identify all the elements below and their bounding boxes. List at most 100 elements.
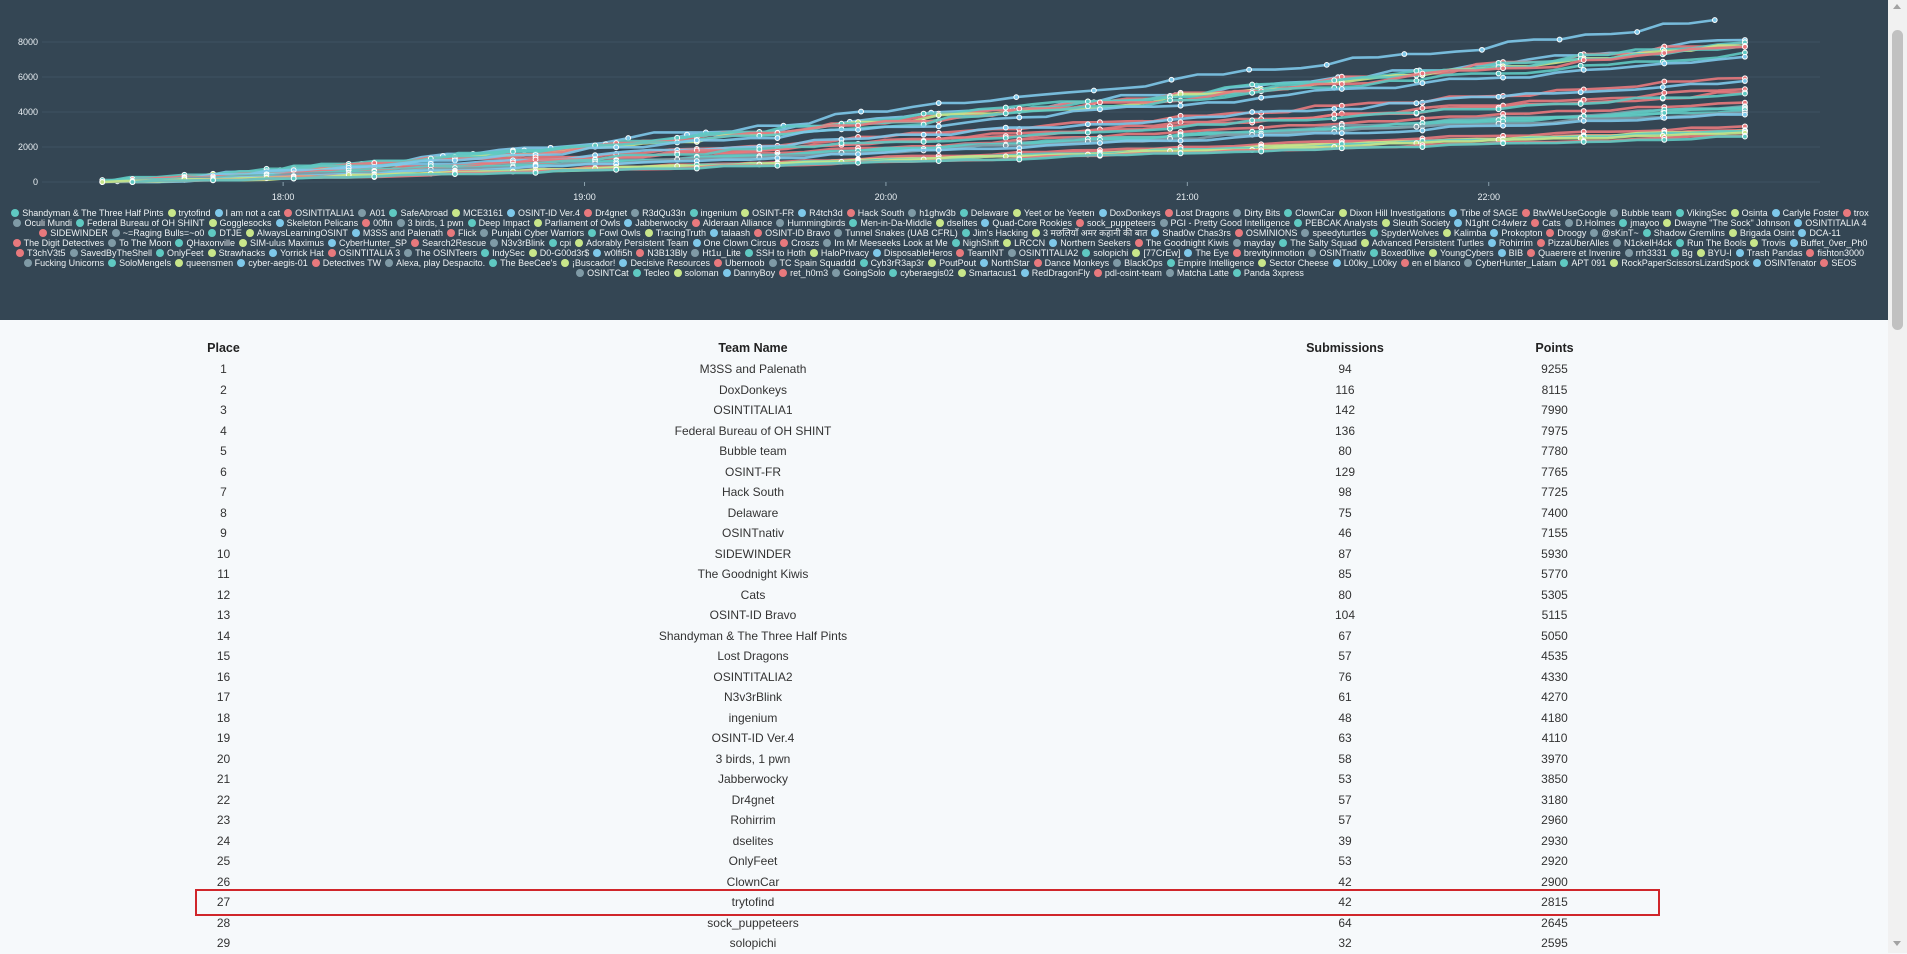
legend-item[interactable]: R4tch3d bbox=[798, 208, 843, 218]
legend-item[interactable]: YoungCybers bbox=[1428, 248, 1494, 258]
legend-item[interactable]: Boxed0live bbox=[1369, 248, 1425, 258]
legend-item[interactable]: ret_h0m3 bbox=[779, 268, 828, 278]
legend-item[interactable]: Strawhacks bbox=[207, 248, 265, 258]
legend-item[interactable]: Northern Seekers bbox=[1049, 238, 1131, 248]
legend-item[interactable]: [77CrEw] bbox=[1132, 248, 1180, 258]
legend-item[interactable]: brevityinmotion bbox=[1232, 248, 1304, 258]
legend-item[interactable]: Buffet_0ver_Ph0 bbox=[1789, 238, 1867, 248]
legend-item[interactable]: Advanced Persistent Turtles bbox=[1360, 238, 1484, 248]
legend-item[interactable]: OSINTITALIA 3 bbox=[327, 248, 400, 258]
legend-item[interactable]: Gogglesocks bbox=[208, 218, 272, 228]
legend-item[interactable]: The Goodnight Kiwis bbox=[1134, 238, 1229, 248]
legend-item[interactable]: ingenium bbox=[689, 208, 737, 218]
legend-item[interactable]: Croszs bbox=[780, 238, 819, 248]
legend-item[interactable]: rrh3331 bbox=[1624, 248, 1667, 258]
legend-item[interactable]: Adorably Persistent Team bbox=[575, 238, 689, 248]
legend-item[interactable]: Decisive Resources bbox=[619, 258, 710, 268]
legend-item[interactable]: Hummingbirds bbox=[776, 218, 845, 228]
legend-item[interactable]: DannyBoy bbox=[722, 268, 775, 278]
legend-item[interactable]: CyberHunter_Latam bbox=[1464, 258, 1556, 268]
legend-item[interactable]: Sector Cheese bbox=[1258, 258, 1329, 268]
legend-item[interactable]: Bubble team bbox=[1610, 208, 1672, 218]
legend-item[interactable]: OSINT-FR bbox=[741, 208, 794, 218]
legend-item[interactable]: Cats bbox=[1531, 218, 1561, 228]
legend-item[interactable]: Dirty Bits bbox=[1233, 208, 1280, 218]
legend-item[interactable]: PizzaUberAlles bbox=[1536, 238, 1609, 248]
legend-item[interactable]: Alexa, play Despacito. bbox=[385, 258, 485, 268]
legend-item[interactable]: OSINT-ID Ver.4 bbox=[507, 208, 580, 218]
legend-item[interactable]: Ubernoob bbox=[713, 258, 765, 268]
legend-item[interactable]: Trovis bbox=[1750, 238, 1786, 248]
legend-item[interactable]: OSMINIONS bbox=[1234, 228, 1297, 238]
legend-item[interactable]: cyber-aegis-01 bbox=[237, 258, 308, 268]
legend-item[interactable]: speedyturtles bbox=[1301, 228, 1366, 238]
legend-item[interactable]: SEOS bbox=[1820, 258, 1856, 268]
legend-item[interactable]: Run The Bools bbox=[1675, 238, 1746, 248]
legend-item[interactable]: talaash bbox=[710, 228, 750, 238]
legend-item[interactable]: Droogy bbox=[1546, 228, 1586, 238]
scrollbar-thumb[interactable] bbox=[1892, 30, 1903, 330]
legend-item[interactable]: Hack South bbox=[846, 208, 904, 218]
legend-item[interactable]: OSINTITALIA1 bbox=[284, 208, 354, 218]
legend-item[interactable]: Cyb3rR3ap3r bbox=[859, 258, 924, 268]
legend-item[interactable]: Fucking Unicorns bbox=[23, 258, 104, 268]
legend-item[interactable]: BtwWeUseGoogle bbox=[1521, 208, 1606, 218]
legend-item[interactable]: Search2Rescue bbox=[411, 238, 486, 248]
legend-item[interactable]: Fowl Owls bbox=[588, 228, 641, 238]
legend-item[interactable]: Rohirrim bbox=[1487, 238, 1533, 248]
legend-item[interactable]: D0-G00d3r$ bbox=[528, 248, 589, 258]
scroll-up-arrow-icon[interactable] bbox=[1893, 4, 1901, 9]
place-column-header[interactable]: Place bbox=[195, 336, 252, 359]
legend-item[interactable]: D.Holmes bbox=[1564, 218, 1615, 228]
legend-item[interactable]: LRCCN bbox=[1003, 238, 1045, 248]
legend-item[interactable]: TC Spain Squaddd bbox=[768, 258, 856, 268]
legend-item[interactable]: Panda 3xpress bbox=[1232, 268, 1304, 278]
legend-item[interactable]: @sKinT~ bbox=[1590, 228, 1639, 238]
legend-item[interactable]: TracingTruth bbox=[644, 228, 706, 238]
legend-item[interactable]: QHaxonville bbox=[175, 238, 235, 248]
legend-item[interactable]: The BeeCee's bbox=[489, 258, 557, 268]
legend-item[interactable]: mayday bbox=[1232, 238, 1275, 248]
legend-item[interactable]: trox bbox=[1842, 208, 1869, 218]
legend-item[interactable]: jmayoo bbox=[1619, 218, 1659, 228]
legend-item[interactable]: Smartacus1 bbox=[957, 268, 1017, 278]
legend-item[interactable]: Yorrick Hat bbox=[269, 248, 324, 258]
legend-item[interactable]: Shad0w Chas3rs bbox=[1151, 228, 1231, 238]
legend-item[interactable]: Quad-Core Rookies bbox=[981, 218, 1072, 228]
legend-item[interactable]: dselites bbox=[935, 218, 977, 228]
legend-item[interactable]: queensmen bbox=[175, 258, 233, 268]
legend-item[interactable]: OSINTITALIA 4 bbox=[1794, 218, 1867, 228]
legend-item[interactable]: GoingSolo bbox=[832, 268, 885, 278]
legend-item[interactable]: Dr4gnet bbox=[584, 208, 627, 218]
legend-item[interactable]: Delaware bbox=[959, 208, 1009, 218]
legend-item[interactable]: Skeleton Pelicans bbox=[275, 218, 358, 228]
legend-item[interactable]: OSINTenator bbox=[1753, 258, 1816, 268]
legend-item[interactable]: en el blanco bbox=[1400, 258, 1460, 268]
legend-item[interactable]: The OSINTeers bbox=[404, 248, 477, 258]
legend-item[interactable]: Dwayne "The Sock" Johnson bbox=[1663, 218, 1790, 228]
legend-item[interactable]: SSH to Hoth bbox=[744, 248, 806, 258]
page-scrollbar[interactable] bbox=[1888, 0, 1907, 953]
legend-item[interactable]: Lost Dragons bbox=[1164, 208, 1229, 218]
legend-item[interactable]: Kalimba bbox=[1442, 228, 1486, 238]
legend-item[interactable]: Bg bbox=[1670, 248, 1693, 258]
legend-item[interactable]: sock_puppeteers bbox=[1075, 218, 1156, 228]
legend-item[interactable]: h1ghw3b bbox=[908, 208, 956, 218]
team-name-column-header[interactable]: Team Name bbox=[252, 336, 1254, 359]
legend-item[interactable]: L00ky_L00ky bbox=[1332, 258, 1397, 268]
legend-item[interactable]: Shadow Gremlins bbox=[1642, 228, 1725, 238]
legend-item[interactable]: 3 मछलियाँ अमर कहानी की बात bbox=[1032, 228, 1147, 238]
legend-item[interactable]: DTJE bbox=[208, 228, 242, 238]
legend-item[interactable]: Im Mr Meeseeks Look at Me bbox=[823, 238, 948, 248]
legend-item[interactable]: Men-in-Da-Middle bbox=[849, 218, 932, 228]
legend-item[interactable]: Detectives TW bbox=[311, 258, 381, 268]
legend-item[interactable]: Deep Impact bbox=[467, 218, 530, 228]
scroll-down-arrow-icon[interactable] bbox=[1893, 941, 1901, 946]
legend-item[interactable]: T3chV3t5 bbox=[15, 248, 66, 258]
legend-item[interactable]: SafeAbroad bbox=[389, 208, 448, 218]
legend-item[interactable]: One Clown Circus bbox=[692, 238, 776, 248]
legend-item[interactable]: Matcha Latte bbox=[1165, 268, 1229, 278]
legend-item[interactable]: The Digit Detectives bbox=[12, 238, 104, 248]
legend-item[interactable]: APT 091 bbox=[1560, 258, 1606, 268]
legend-item[interactable]: Tecleo bbox=[632, 268, 670, 278]
